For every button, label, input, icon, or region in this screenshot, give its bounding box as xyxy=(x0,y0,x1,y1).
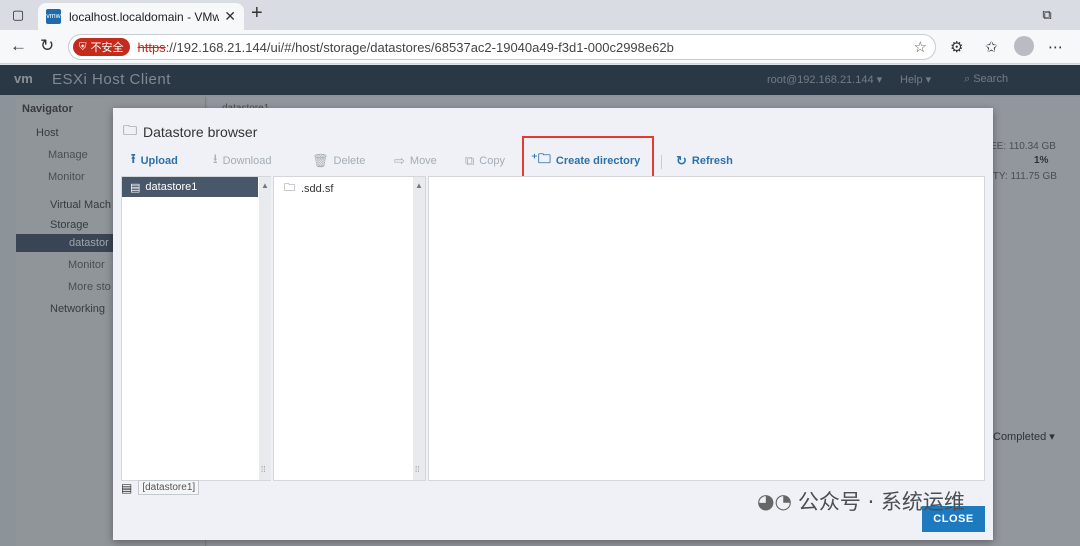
delete-label: Delete xyxy=(333,155,366,167)
watermark-text: 公众号 · 系统运维 xyxy=(797,490,965,514)
favorites-icon[interactable]: ✩ xyxy=(985,38,998,56)
tab-title: localhost.localdomain - VMware ESXi xyxy=(69,9,219,24)
datastore-row[interactable]: ▤ datastore1 xyxy=(122,177,258,197)
refresh-icon: ↻ xyxy=(676,153,687,168)
download-icon: ⭳ xyxy=(213,151,218,166)
upload-icon: ⭱ xyxy=(131,151,136,166)
trash-icon: 🗑 xyxy=(312,153,329,168)
warning-shield-icon: ⛨ xyxy=(79,41,87,53)
current-path: [datastore1] xyxy=(138,480,200,495)
dialog-title: 🗀 Datastore browser xyxy=(123,120,257,144)
file-content-pane xyxy=(428,176,985,481)
back-icon[interactable]: ← xyxy=(10,36,27,56)
scroll-up-icon[interactable]: ▲ xyxy=(415,181,423,190)
profile-avatar[interactable] xyxy=(1014,36,1034,56)
favorite-star-icon[interactable]: ☆ xyxy=(914,38,927,56)
url-path: ://192.168.21.144/ui/#/host/storage/data… xyxy=(165,39,674,55)
browser-tab[interactable]: vmw localhost.localdomain - VMware ESXi … xyxy=(38,3,244,30)
folder-name: .sdd.sf xyxy=(301,182,334,195)
dialog-title-text: Datastore browser xyxy=(143,124,258,140)
upload-label: Upload xyxy=(140,155,178,167)
more-menu-icon[interactable]: ⋯ xyxy=(1048,38,1063,56)
datastore-icon: ▤ xyxy=(130,181,141,194)
resize-grip-icon[interactable]: ⁞⁞ xyxy=(415,465,419,474)
url-input[interactable]: ⛨ 不安全 https://192.168.21.144/ui/#/host/s… xyxy=(68,34,936,60)
folder-list-pane: 🗀 .sdd.sf ▲ ⁞⁞ xyxy=(273,176,426,481)
url-text: https://192.168.21.144/ui/#/host/storage… xyxy=(138,40,674,55)
copy-label: Copy xyxy=(479,155,505,167)
move-icon: ⇨ xyxy=(394,153,405,168)
datastore-browser-dialog: 🗀 Datastore browser ⭱ Upload ⭳ Download … xyxy=(113,108,993,540)
new-tab-icon[interactable]: + xyxy=(251,2,263,25)
extensions-icon[interactable]: ⚙ xyxy=(950,38,963,56)
browser-tab-bar: ▢ vmw localhost.localdomain - VMware ESX… xyxy=(0,0,1080,30)
move-label: Move xyxy=(409,155,437,167)
refresh-label: Refresh xyxy=(691,155,733,167)
reload-icon[interactable]: ↻ xyxy=(40,36,54,56)
vmware-favicon-icon: vmw xyxy=(46,9,61,24)
datastore-browser-icon: 🗀 xyxy=(123,122,137,138)
copy-button[interactable]: ⧉ Copy xyxy=(465,151,505,171)
delete-button[interactable]: 🗑 Delete xyxy=(312,151,365,171)
insecure-badge[interactable]: ⛨ 不安全 xyxy=(73,38,130,56)
resize-grip-icon[interactable]: ⁞⁞ xyxy=(261,465,265,474)
insecure-label: 不安全 xyxy=(90,42,124,54)
copy-icon: ⧉ xyxy=(465,153,475,168)
datastore-path-icon: ▤ xyxy=(121,480,133,495)
watermark: ◕◔ 公众号 · 系统运维 xyxy=(757,486,965,516)
toolbar-separator xyxy=(661,155,662,169)
scroll-up-icon[interactable]: ▲ xyxy=(261,181,269,190)
folder-icon: 🗀 xyxy=(284,182,295,194)
browser-address-bar: ← ↻ ⛨ 不安全 https://192.168.21.144/ui/#/ho… xyxy=(0,30,1080,64)
upload-button[interactable]: ⭱ Upload xyxy=(131,151,178,171)
datastore-list-pane: ▤ datastore1 ▲ ⁞⁞ xyxy=(121,176,271,481)
download-label: Download xyxy=(222,155,272,167)
path-bar: ▤ [datastore1] xyxy=(121,480,200,495)
wechat-logo-icon: ◕◔ xyxy=(757,489,792,513)
close-tab-icon[interactable]: ✕ xyxy=(224,8,236,25)
download-button[interactable]: ⭳ Download xyxy=(213,151,271,171)
datastore-pane-scrollbar[interactable]: ▲ ⁞⁞ xyxy=(259,177,271,480)
datastore-name: datastore1 xyxy=(145,181,198,193)
folder-row[interactable]: 🗀 .sdd.sf xyxy=(284,179,333,198)
move-button[interactable]: ⇨ Move xyxy=(394,151,437,171)
url-scheme: https xyxy=(137,39,166,55)
tab-actions-icon[interactable]: ▢ xyxy=(8,5,28,25)
folder-pane-scrollbar[interactable]: ▲ ⁞⁞ xyxy=(413,177,425,480)
restore-window-icon[interactable]: ⧉ xyxy=(1037,5,1057,25)
refresh-button[interactable]: ↻ Refresh xyxy=(676,151,733,171)
